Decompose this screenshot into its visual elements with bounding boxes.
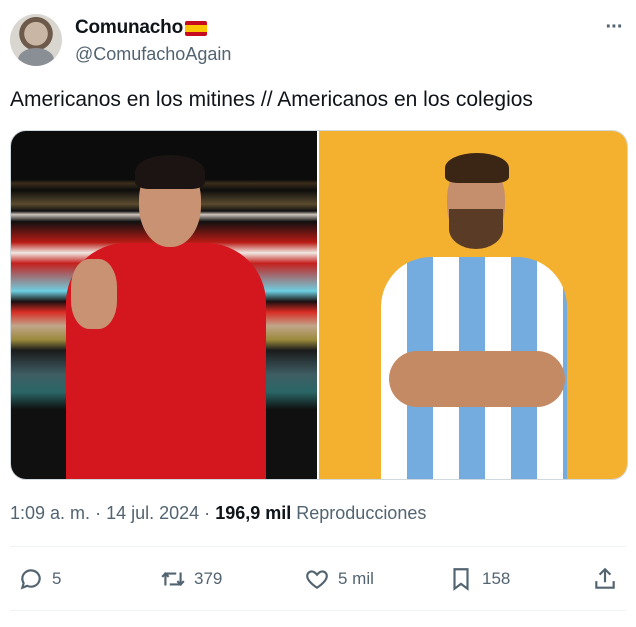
more-dots-icon[interactable]: ···: [600, 15, 628, 39]
divider: [10, 546, 626, 547]
avatar[interactable]: [10, 14, 62, 66]
player-beard: [449, 209, 503, 249]
like-count: 5 mil: [338, 569, 374, 588]
action-bar: 5 379 5 mil 158: [0, 562, 636, 596]
views-label: Reproducciones: [296, 503, 427, 523]
heart-icon: [306, 570, 328, 589]
share-button[interactable]: [592, 562, 618, 596]
retweet-count: 379: [194, 569, 223, 588]
player-hair: [135, 155, 205, 189]
like-button[interactable]: 5 mil: [304, 562, 374, 596]
bookmark-icon: [453, 568, 469, 591]
tweet-media[interactable]: [10, 130, 628, 480]
bookmark-button[interactable]: 158: [448, 562, 510, 596]
reply-icon: [20, 569, 41, 590]
tweet-text: Americanos en los mitines // Americanos …: [10, 88, 533, 111]
share-icon: [595, 567, 615, 589]
player-hair: [445, 153, 509, 183]
retweet-button[interactable]: 379: [160, 562, 222, 596]
reply-button[interactable]: 5: [18, 562, 61, 596]
meta-separator: ·: [95, 503, 102, 523]
meta-separator: ·: [204, 503, 211, 523]
author-handle[interactable]: @ComufachoAgain: [75, 44, 231, 65]
views-count: 196,9 mil: [215, 503, 292, 523]
crossed-arms: [389, 351, 565, 407]
photo-spain-player[interactable]: [11, 131, 317, 479]
tweet-meta: 1:09 a. m. · 14 jul. 2024 · 196,9 mil Re…: [10, 503, 426, 524]
tweet-date[interactable]: 14 jul. 2024: [106, 503, 199, 523]
divider: [10, 610, 626, 611]
spain-flag-icon: [184, 20, 207, 36]
retweet-icon: [161, 572, 185, 586]
tweet-time[interactable]: 1:09 a. m.: [10, 503, 90, 523]
author-display-name[interactable]: Comunacho: [75, 17, 207, 39]
raised-arm: [71, 259, 117, 329]
photo-argentina-player[interactable]: [319, 131, 627, 479]
reply-count: 5: [52, 569, 62, 588]
bookmark-count: 158: [482, 569, 511, 588]
author-name-text: Comunacho: [75, 17, 183, 38]
